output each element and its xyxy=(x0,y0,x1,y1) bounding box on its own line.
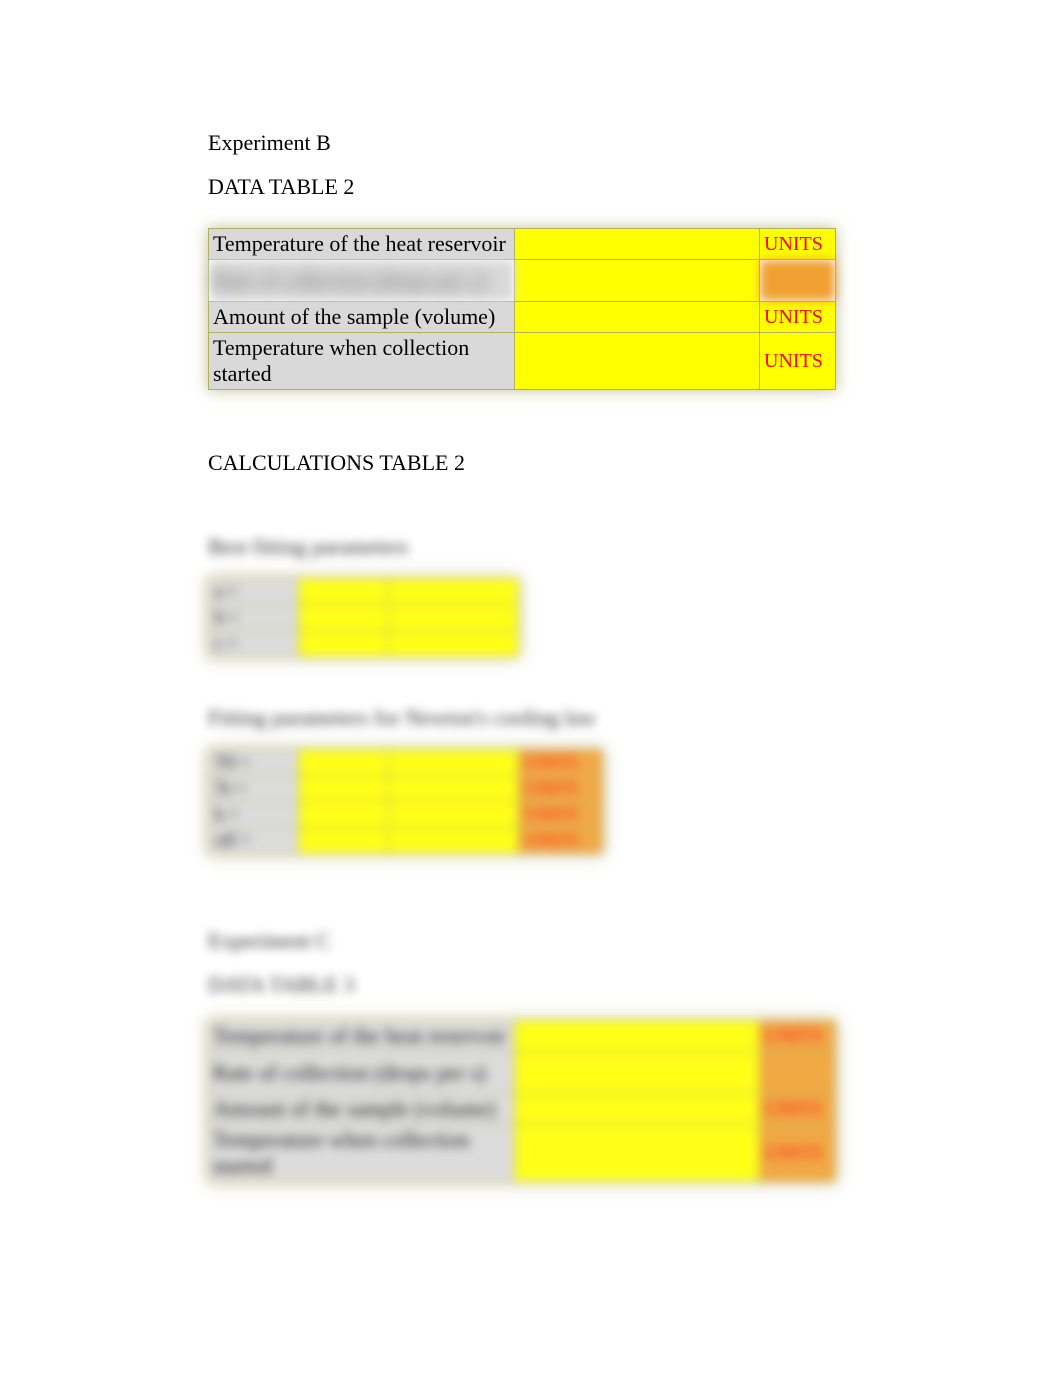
row-units: UNITS xyxy=(760,1125,836,1182)
fit-value xyxy=(299,579,389,605)
row-label: Temperature of the heat reservoir xyxy=(209,1021,515,1052)
table-row: Amount of the sample (volume) UNITS xyxy=(209,302,836,333)
table-row: b = xyxy=(209,605,519,631)
fit-label: b = xyxy=(209,605,299,631)
table-row: c = xyxy=(209,631,519,657)
experiment-b-title: Experiment B xyxy=(208,130,854,156)
fit-units: UNITS xyxy=(519,750,603,776)
data-table-2-title: DATA TABLE 2 xyxy=(208,174,854,200)
table-row: Amount of the sample (volume) UNITS xyxy=(209,1094,836,1125)
fit-value xyxy=(389,802,519,828)
row-units: UNITS xyxy=(760,1094,836,1125)
table-row: Ts = UNITS xyxy=(209,776,603,802)
row-units: UNITS xyxy=(760,229,836,260)
row-value xyxy=(514,229,759,260)
fit-value xyxy=(299,802,389,828)
row-value xyxy=(514,333,759,390)
row-label: Amount of the sample (volume) xyxy=(209,302,515,333)
row-units: UNITS xyxy=(760,302,836,333)
row-label: Rate of collection (drops per s) xyxy=(209,260,515,302)
fit-value xyxy=(389,605,519,631)
row-value xyxy=(514,302,759,333)
row-label: Amount of the sample (volume) xyxy=(209,1094,515,1125)
table-row: T0 = UNITS xyxy=(209,750,603,776)
table-row: Temperature when collection started UNIT… xyxy=(209,1125,836,1182)
fit-units: UNITS xyxy=(519,776,603,802)
data-table-3-title: DATA TABLE 3 xyxy=(208,972,854,998)
fit-value xyxy=(389,828,519,854)
row-value xyxy=(514,1094,759,1125)
row-units xyxy=(760,1052,836,1094)
fit-units: UNITS xyxy=(519,802,603,828)
row-value xyxy=(514,1125,759,1182)
table-row: Temperature of the heat reservoir UNITS xyxy=(209,229,836,260)
fit-label: off = xyxy=(209,828,299,854)
fit-value xyxy=(299,750,389,776)
fit-value xyxy=(389,750,519,776)
table-row: a = xyxy=(209,579,519,605)
fit-value xyxy=(389,776,519,802)
row-label: Temperature of the heat reservoir xyxy=(209,229,515,260)
fit-label: a = xyxy=(209,579,299,605)
experiment-c-title: Experiment C xyxy=(208,928,854,954)
fitting-table-2: T0 = UNITS Ts = UNITS k = UNITS off = UN… xyxy=(208,749,603,854)
fit-value xyxy=(299,605,389,631)
row-value xyxy=(514,1021,759,1052)
row-units xyxy=(760,260,836,302)
row-units: UNITS xyxy=(760,1021,836,1052)
table-row: Rate of collection (drops per s) xyxy=(209,1052,836,1094)
fit-value xyxy=(299,776,389,802)
calculations-table-2-title: CALCULATIONS TABLE 2 xyxy=(208,450,854,476)
fit-value xyxy=(299,828,389,854)
row-value xyxy=(514,260,759,302)
row-label: Temperature when collection started xyxy=(209,333,515,390)
fit-value xyxy=(299,631,389,657)
row-label: Temperature when collection started xyxy=(209,1125,515,1182)
fit-value xyxy=(389,631,519,657)
table-row: k = UNITS xyxy=(209,802,603,828)
fit-label: T0 = xyxy=(209,750,299,776)
row-value xyxy=(514,1052,759,1094)
table-row: Rate of collection (drops per s) xyxy=(209,260,836,302)
fitting-subheading-1: Best fitting parameters xyxy=(208,534,854,560)
fit-value xyxy=(389,579,519,605)
fit-units: UNITS xyxy=(519,828,603,854)
table-row: Temperature of the heat reservoir UNITS xyxy=(209,1021,836,1052)
table-row: off = UNITS xyxy=(209,828,603,854)
fitting-subheading-2: Fitting parameters for Newton's cooling … xyxy=(208,705,854,731)
data-table-2: Temperature of the heat reservoir UNITS … xyxy=(208,228,836,390)
document-page: Experiment B DATA TABLE 2 Temperature of… xyxy=(0,0,1062,1242)
table-row: Temperature when collection started UNIT… xyxy=(209,333,836,390)
row-units: UNITS xyxy=(760,333,836,390)
row-label: Rate of collection (drops per s) xyxy=(209,1052,515,1094)
fit-label: c = xyxy=(209,631,299,657)
fitting-table-1: a = b = c = xyxy=(208,578,519,657)
fit-label: k = xyxy=(209,802,299,828)
data-table-3: Temperature of the heat reservoir UNITS … xyxy=(208,1020,836,1182)
fit-label: Ts = xyxy=(209,776,299,802)
